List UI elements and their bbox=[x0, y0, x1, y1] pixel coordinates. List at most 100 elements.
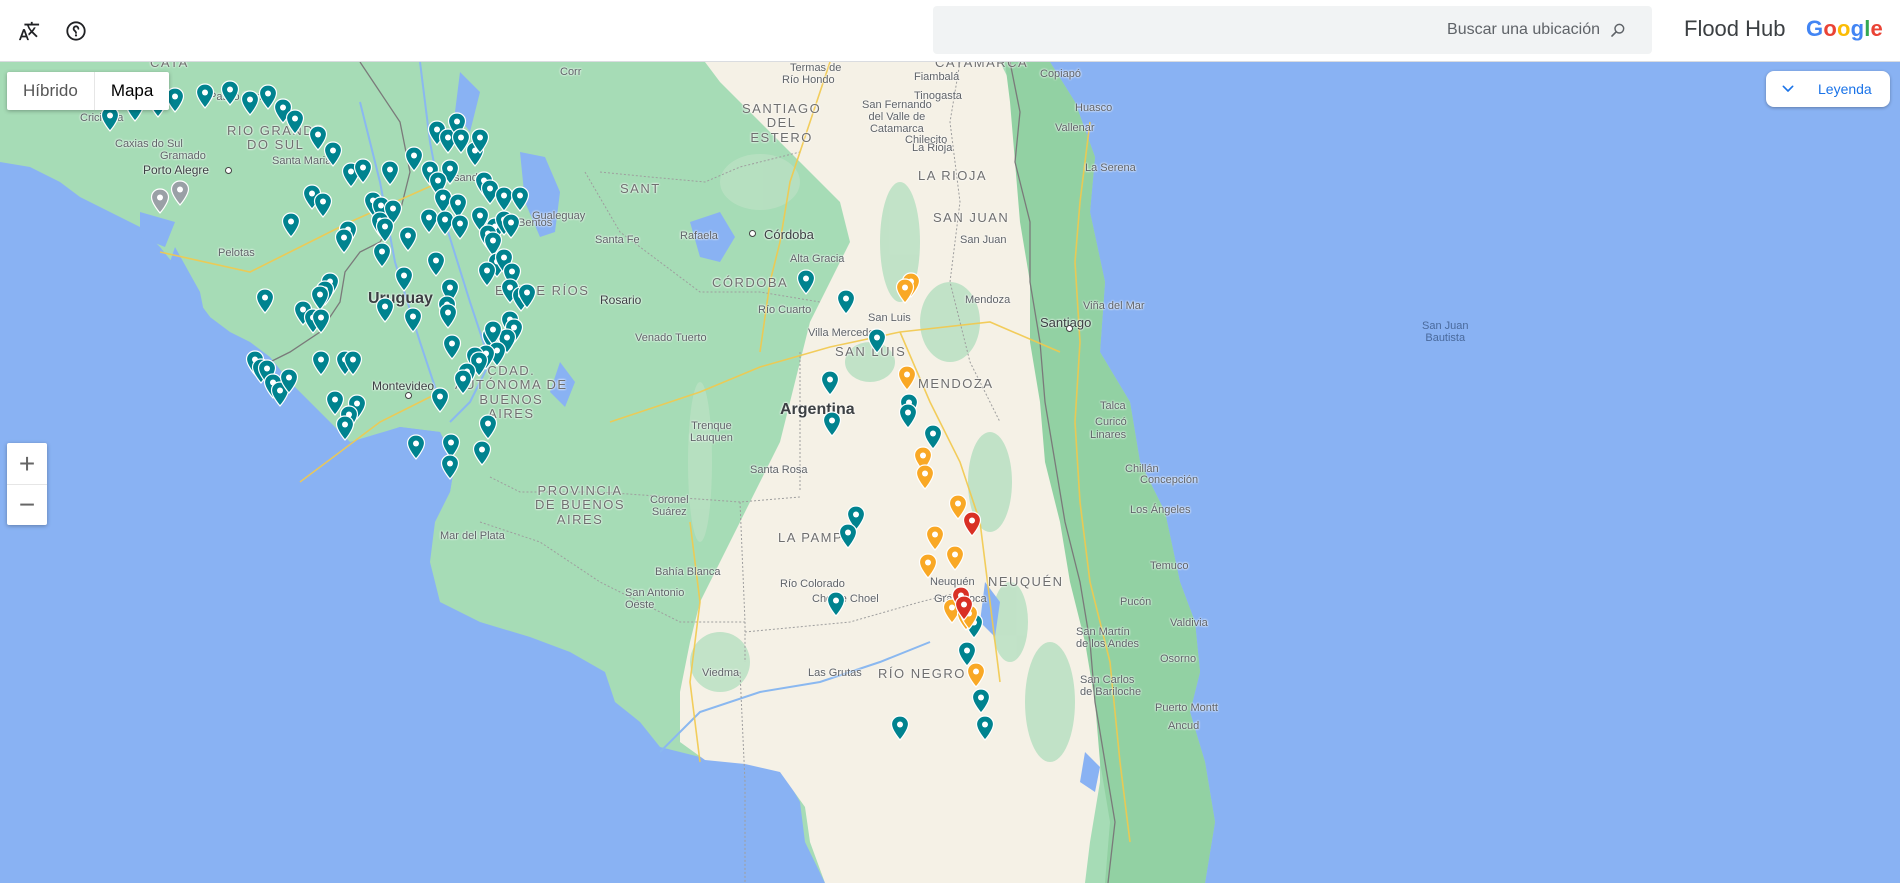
orange-gauge-marker[interactable] bbox=[918, 553, 938, 579]
teal-gauge-marker[interactable] bbox=[438, 303, 458, 329]
label-temuco: Temuco bbox=[1150, 560, 1189, 572]
teal-gauge-marker[interactable] bbox=[826, 591, 846, 617]
label-san-fernando: San Fernando del Valle de Catamarca bbox=[862, 99, 932, 136]
help-button[interactable] bbox=[58, 13, 94, 49]
orange-gauge-marker[interactable] bbox=[915, 464, 935, 490]
label-neuquen-prov: NEUQUÉN bbox=[988, 574, 1064, 589]
teal-gauge-marker[interactable] bbox=[820, 370, 840, 396]
search-input[interactable] bbox=[1080, 21, 1600, 39]
teal-gauge-marker[interactable] bbox=[501, 213, 521, 239]
label-rafaela: Rafaela bbox=[680, 230, 718, 242]
teal-gauge-marker[interactable] bbox=[403, 307, 423, 333]
teal-gauge-marker[interactable] bbox=[836, 289, 856, 315]
label-gramado: Gramado bbox=[160, 150, 206, 162]
teal-gauge-marker[interactable] bbox=[255, 288, 275, 314]
teal-gauge-marker[interactable] bbox=[313, 192, 333, 218]
teal-gauge-marker[interactable] bbox=[440, 454, 460, 480]
city-dot-santiago bbox=[1066, 325, 1073, 332]
teal-gauge-marker[interactable] bbox=[477, 261, 497, 287]
teal-gauge-marker[interactable] bbox=[285, 109, 305, 135]
orange-gauge-marker[interactable] bbox=[897, 365, 917, 391]
teal-gauge-marker[interactable] bbox=[478, 414, 498, 440]
label-mendoza-city: Mendoza bbox=[965, 294, 1011, 306]
teal-gauge-marker[interactable] bbox=[453, 369, 473, 395]
orange-gauge-marker[interactable] bbox=[945, 545, 965, 571]
teal-gauge-marker[interactable] bbox=[838, 523, 858, 549]
orange-gauge-marker[interactable] bbox=[925, 525, 945, 551]
map-type-hybrid-button[interactable]: Híbrido bbox=[7, 72, 94, 110]
label-rio-cuarto: Río Cuarto bbox=[758, 304, 812, 316]
map-canvas[interactable]: CATAMARCA CATA Copiapó Fiambalá Tinogast… bbox=[0, 62, 1900, 883]
label-santa-fe-city: Santa Fe bbox=[595, 234, 640, 246]
teal-gauge-marker[interactable] bbox=[334, 228, 354, 254]
teal-gauge-marker[interactable] bbox=[311, 350, 331, 376]
label-osorno: Osorno bbox=[1160, 653, 1197, 665]
label-catamarca: CATAMARCA bbox=[935, 62, 1029, 70]
label-cordoba-city: Córdoba bbox=[764, 227, 814, 242]
teal-gauge-marker[interactable] bbox=[335, 415, 355, 441]
teal-gauge-marker[interactable] bbox=[343, 350, 363, 376]
help-icon bbox=[66, 21, 86, 41]
legend-button[interactable]: Leyenda bbox=[1766, 71, 1890, 107]
zoom-out-button[interactable]: − bbox=[7, 484, 47, 525]
label-rio-colorado: Río Colorado bbox=[780, 578, 845, 590]
google-logo[interactable]: Google bbox=[1806, 16, 1883, 42]
teal-gauge-marker[interactable] bbox=[220, 80, 240, 106]
legend-label: Leyenda bbox=[1818, 81, 1872, 97]
teal-gauge-marker[interactable] bbox=[867, 328, 887, 354]
map-base[interactable] bbox=[0, 62, 1900, 883]
label-viedma: Viedma bbox=[702, 667, 740, 679]
label-copiapo: Copiapó bbox=[1040, 68, 1081, 80]
teal-gauge-marker[interactable] bbox=[517, 283, 537, 309]
red-gauge-marker[interactable] bbox=[962, 511, 982, 537]
teal-gauge-marker[interactable] bbox=[430, 387, 450, 413]
teal-gauge-marker[interactable] bbox=[398, 226, 418, 252]
red-gauge-marker[interactable] bbox=[954, 595, 974, 621]
translate-button[interactable] bbox=[11, 13, 47, 49]
teal-gauge-marker[interactable] bbox=[353, 158, 373, 184]
teal-gauge-marker[interactable] bbox=[279, 368, 299, 394]
teal-gauge-marker[interactable] bbox=[898, 403, 918, 429]
teal-gauge-marker[interactable] bbox=[240, 90, 260, 116]
teal-gauge-marker[interactable] bbox=[375, 297, 395, 323]
teal-gauge-marker[interactable] bbox=[890, 715, 910, 741]
teal-gauge-marker[interactable] bbox=[822, 411, 842, 437]
zoom-in-button[interactable]: + bbox=[7, 443, 47, 484]
teal-gauge-marker[interactable] bbox=[470, 128, 490, 154]
teal-gauge-marker[interactable] bbox=[372, 242, 392, 268]
teal-gauge-marker[interactable] bbox=[472, 440, 492, 466]
teal-gauge-marker[interactable] bbox=[195, 83, 215, 109]
teal-gauge-marker[interactable] bbox=[450, 214, 470, 240]
teal-gauge-marker[interactable] bbox=[394, 266, 414, 292]
teal-gauge-marker[interactable] bbox=[311, 308, 331, 334]
label-coronel-suarez: Coronel Suárez bbox=[650, 494, 689, 519]
orange-gauge-marker[interactable] bbox=[966, 662, 986, 688]
google-logo-letter: o bbox=[1823, 16, 1837, 41]
teal-gauge-marker[interactable] bbox=[442, 334, 462, 360]
teal-gauge-marker[interactable] bbox=[971, 688, 991, 714]
label-san-antonio-oeste: San Antonio Oeste bbox=[625, 587, 685, 612]
teal-gauge-marker[interactable] bbox=[323, 141, 343, 167]
teal-gauge-marker[interactable] bbox=[380, 160, 400, 186]
label-ancud: Ancud bbox=[1168, 720, 1200, 732]
teal-gauge-marker[interactable] bbox=[975, 715, 995, 741]
map-type-map-button[interactable]: Mapa bbox=[93, 72, 170, 110]
gray-gauge-marker[interactable] bbox=[170, 180, 190, 206]
label-san-juan-prov: SAN JUAN bbox=[933, 210, 1010, 225]
teal-gauge-marker[interactable] bbox=[510, 186, 530, 212]
teal-gauge-marker[interactable] bbox=[796, 269, 816, 295]
city-dot-cordoba bbox=[749, 230, 756, 237]
gray-gauge-marker[interactable] bbox=[150, 188, 170, 214]
orange-gauge-marker[interactable] bbox=[895, 278, 915, 304]
teal-gauge-marker[interactable] bbox=[406, 434, 426, 460]
teal-gauge-marker[interactable] bbox=[375, 217, 395, 243]
teal-gauge-marker[interactable] bbox=[426, 251, 446, 277]
label-vina-del-mar: Viña del Mar bbox=[1083, 300, 1145, 312]
teal-gauge-marker[interactable] bbox=[281, 212, 301, 238]
label-huasco: Huasco bbox=[1075, 102, 1113, 114]
label-alta-gracia: Alta Gracia bbox=[790, 253, 845, 265]
label-concepcion: Concepción bbox=[1140, 474, 1199, 486]
search-box[interactable] bbox=[933, 6, 1652, 54]
label-san-martin-andes: San Martín de los Andes bbox=[1076, 626, 1139, 651]
city-dot-montevideo bbox=[405, 392, 412, 399]
